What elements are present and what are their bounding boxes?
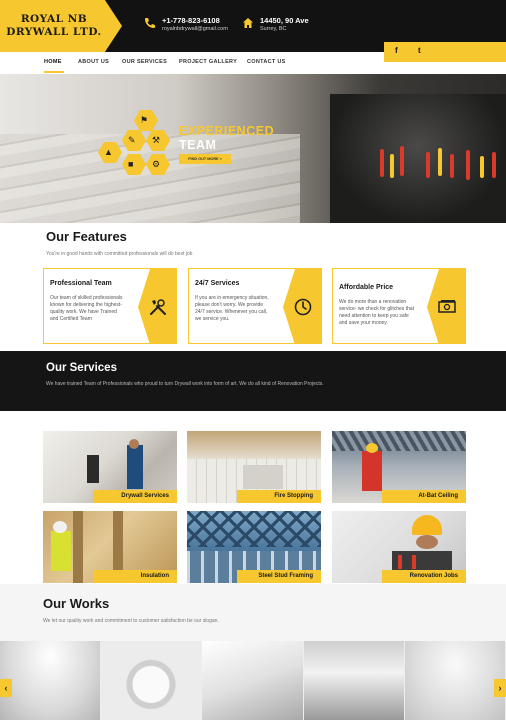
logo-line-2: DRYWALL LTD. [6,26,102,38]
features-title: Our Features [46,229,127,244]
nav-project-gallery[interactable]: PROJECT GALLERY [179,59,237,65]
logo-line-1: ROYAL NB [20,13,88,25]
feature-text: Our team of skilled professionals known … [50,295,123,322]
works-title: Our Works [43,596,110,611]
nav-about-us[interactable]: ABOUT US [78,59,109,65]
feature-card-professional-team: Professional Team Our team of skilled pr… [43,268,177,344]
service-card-at-bat-ceiling[interactable]: At-Bat Ceiling [332,431,466,503]
address-city: Surrey, BC [260,26,287,32]
service-card-drywall[interactable]: Drywall Services [43,431,177,503]
services-subtitle: We have trained Team of Professionals wh… [46,381,324,387]
main-nav: HOME ABOUT US OUR SERVICES PROJECT GALLE… [0,52,384,74]
nav-contact-us[interactable]: CONTACT US [247,59,286,65]
social-bar: f t [384,42,506,62]
services-title: Our Services [46,362,117,374]
service-label[interactable]: Insulation [93,570,177,583]
feature-card-affordable-price: Affordable Price We do more than a renov… [332,268,466,344]
feature-title: Professional Team [50,280,112,287]
works-gallery [0,641,506,720]
clock-icon [294,298,312,316]
tools-icon [150,299,166,315]
gallery-image[interactable] [202,641,304,720]
home-icon [243,18,253,28]
nav-active-indicator [44,71,64,73]
gallery-prev-arrow[interactable]: ‹ [0,679,12,697]
feature-text: If you are in emergency situation, pleas… [195,295,269,322]
gallery-image[interactable] [101,641,203,720]
feature-text: We do more than a renovation service- we… [339,299,415,326]
service-label[interactable]: Fire Stopping [237,490,321,503]
find-out-more-button[interactable]: FIND OUT MORE » [179,154,231,164]
email-address[interactable]: royalnbdrywall@gmail.com [162,26,228,32]
works-subtitle: We let our quality work and commitment t… [43,618,219,624]
service-label[interactable]: Steel Stud Framing [237,570,321,583]
phone-number[interactable]: +1-778-823-6108 [162,16,220,25]
nav-home[interactable]: HOME [44,59,62,65]
service-label[interactable]: Drywall Services [93,490,177,503]
services-band: Our Services We have trained Team of Pro… [0,351,506,411]
feature-title: 24/7 Services [195,280,240,287]
gallery-next-arrow[interactable]: › [494,679,506,697]
gallery-image[interactable] [303,641,405,720]
service-label[interactable]: Renovation Jobs [382,570,466,583]
hero-tool-belt-image [330,94,506,223]
service-card-insulation[interactable]: Insulation [43,511,177,583]
hero-title-line-2: TEAM [179,138,217,152]
phone-icon [145,18,155,28]
hero-title-line-1: EXPERIENCED [179,124,275,138]
service-card-renovation-jobs[interactable]: Renovation Jobs [332,511,466,583]
feature-card-24-7-services: 24/7 Services If you are in emergency si… [188,268,322,344]
logo[interactable]: ROYAL NB DRYWALL LTD. [0,0,122,52]
feature-title: Affordable Price [339,284,394,291]
gallery-image[interactable] [404,641,506,720]
service-card-fire-stopping[interactable]: Fire Stopping [187,431,321,503]
service-card-steel-stud-framing[interactable]: Steel Stud Framing [187,511,321,583]
twitter-icon[interactable]: t [418,46,421,55]
wrench-icon: ⚑ [134,110,158,131]
address-line: 14450, 90 Ave [260,16,309,25]
service-label[interactable]: At-Bat Ceiling [382,490,466,503]
money-icon [438,300,456,313]
nav-our-services[interactable]: OUR SERVICES [122,59,167,65]
hero-banner: ▲ ✎ ⚒ ■ ⚙ ⚑ EXPERIENCED TEAM FIND OUT MO… [0,74,506,223]
features-subtitle: You're in good hands with committed prof… [46,251,193,257]
gallery-image[interactable] [0,641,102,720]
facebook-icon[interactable]: f [395,46,398,55]
